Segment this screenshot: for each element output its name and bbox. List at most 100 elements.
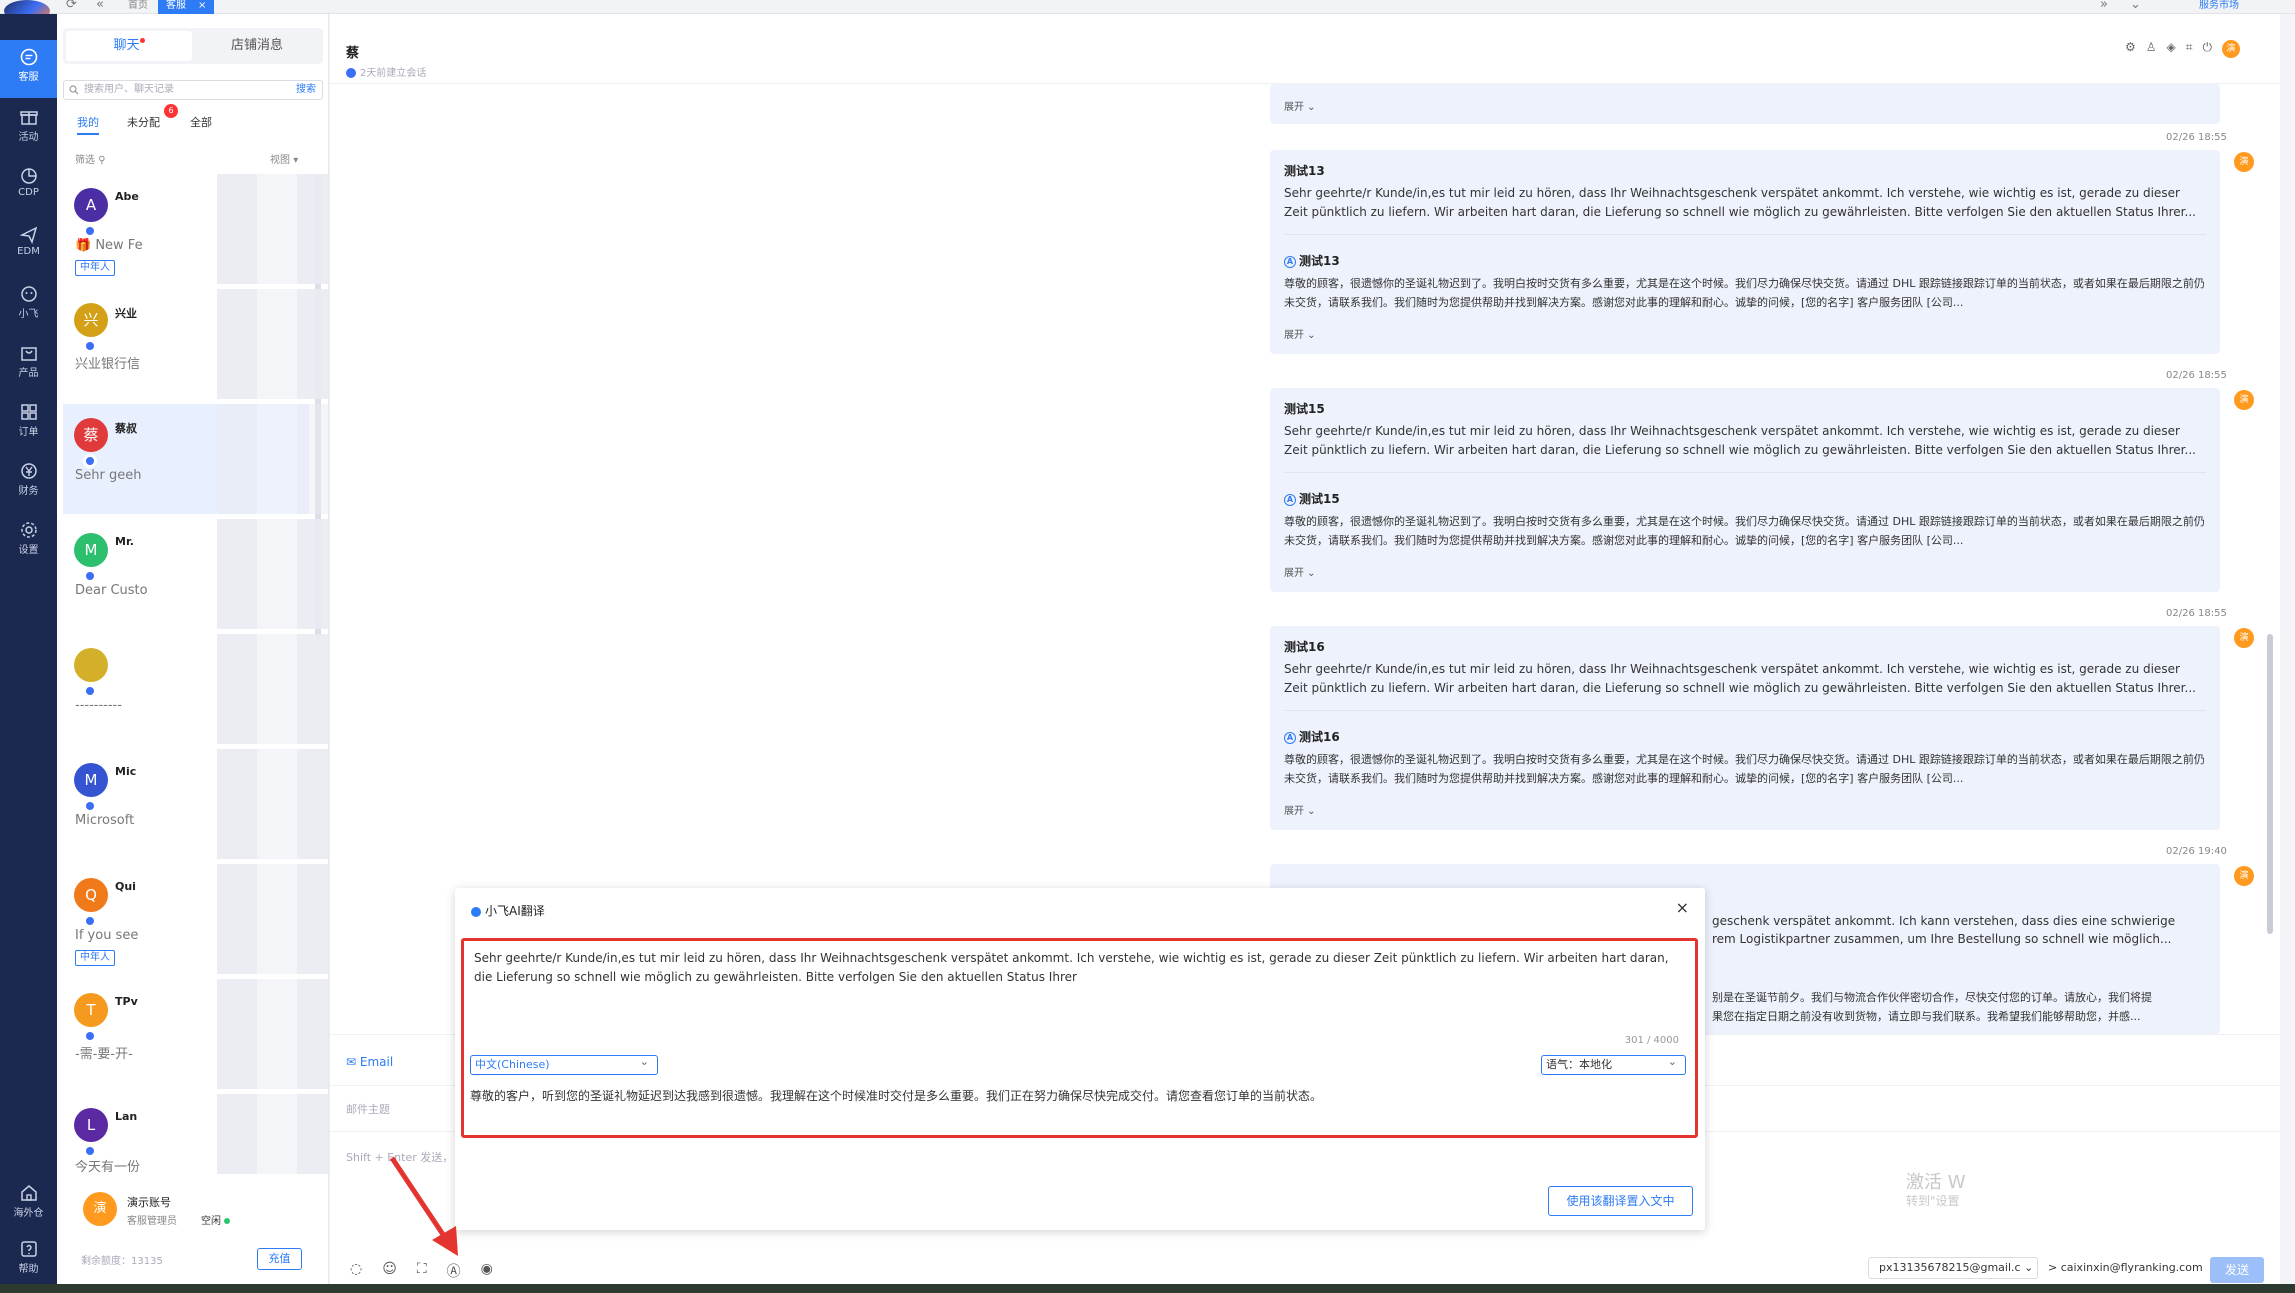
search-placeholder: 搜索用户、聊天记录	[84, 84, 174, 95]
agent-status[interactable]: 空闲	[201, 1212, 230, 1227]
message-timestamp: 02/26 18:55	[2166, 132, 2227, 143]
filter-all[interactable]: 全部	[190, 114, 212, 130]
agent-avatar: 演	[2234, 152, 2254, 172]
translate-icon: A	[1284, 731, 1296, 744]
emoji-icon[interactable]: ☺	[382, 1261, 397, 1281]
nav-label: 海外仓	[13, 1208, 44, 1219]
source-text-input[interactable]: Sehr geehrte/r Kunde/in,es tut mir leid …	[474, 949, 1684, 987]
apply-translation-button[interactable]: 使用该翻译置入文中	[1548, 1186, 1693, 1216]
close-icon[interactable]: ×	[1676, 898, 1689, 917]
nav-item-products[interactable]: 产品	[0, 336, 57, 394]
header-actions: ⚙ ♙ ◈ ⌗ ⏻ 演	[2125, 40, 2240, 58]
translation-title-text: 测试15	[1299, 492, 1340, 506]
email-subject-input[interactable]: 邮件主题	[346, 1101, 390, 1117]
avatar: T	[74, 993, 108, 1027]
nav-label: 小飞	[18, 309, 39, 320]
annotation-arrow-icon	[389, 1156, 458, 1256]
avatar: A	[74, 188, 108, 222]
redacted-area	[217, 404, 337, 514]
search-input[interactable]: 搜索用户、聊天记录 搜索	[63, 80, 323, 100]
recipient-email: > caixinxin@flyranking.com	[2048, 1261, 2203, 1274]
warehouse-icon	[20, 1185, 37, 1201]
double-chevron-right-icon[interactable]: »	[2100, 0, 2108, 12]
target-language-select[interactable]: 中文(Chinese)	[470, 1053, 658, 1075]
help-icon	[20, 1241, 37, 1257]
nav-item-settings[interactable]: 设置	[0, 513, 57, 571]
power-icon[interactable]: ⏻	[2203, 40, 2213, 58]
expand-link[interactable]: 展开 ⌄	[1284, 802, 1316, 817]
expand-label: 展开	[1284, 568, 1304, 579]
avatar: M	[74, 763, 108, 797]
nav-item-warehouse[interactable]: 海外仓	[0, 1176, 57, 1234]
chat-icon	[20, 48, 37, 66]
send-button[interactable]: 发送	[2210, 1257, 2264, 1283]
filter-mine[interactable]: 我的	[77, 114, 99, 135]
channel-icon	[83, 1029, 97, 1043]
customer-tag: 中年人	[75, 950, 115, 966]
nav-item-xiaofei[interactable]: 小飞	[0, 277, 57, 335]
message-preview: 今天有一份	[75, 1160, 141, 1175]
tab-home[interactable]: 首页	[120, 0, 156, 14]
message-preview: If you see	[75, 928, 139, 943]
scan-icon[interactable]: ⌗	[2186, 40, 2193, 58]
chevron-down-icon[interactable]: ⌄	[2130, 0, 2141, 12]
channel-icon	[83, 914, 97, 928]
remaining-quota: 剩余额度：13135	[81, 1256, 163, 1267]
nav-item-activity[interactable]: 活动	[0, 100, 57, 158]
nav-item-customer-service[interactable]: 客服	[0, 40, 57, 98]
agent-avatar[interactable]: 演	[2222, 40, 2240, 58]
translate-icon: A	[1284, 493, 1296, 506]
nav-label: 活动	[18, 132, 39, 143]
filter-unassigned[interactable]: 未分配	[127, 114, 160, 130]
redacted-area	[217, 519, 337, 629]
contact-name: Lan	[115, 1110, 138, 1123]
message-preview: Sehr geeh	[75, 468, 142, 483]
tab-chat[interactable]: 聊天	[66, 31, 192, 61]
channel-email-tab[interactable]: ✉ Email	[346, 1055, 393, 1069]
refresh-icon[interactable]: ⟳	[66, 0, 77, 12]
expand-link[interactable]: 展开 ⌄	[1284, 326, 1316, 341]
chat-scrollbar[interactable]	[2267, 634, 2273, 934]
tone-select[interactable]: 语气：本地化	[1541, 1053, 1686, 1075]
translation-text: 尊敬的顾客，很遗憾你的圣诞礼物迟到了。我明白按时交货有多么重要，尤其是在这个时候…	[1284, 277, 2205, 309]
tab-label: 聊天	[113, 38, 140, 53]
nav-item-edm[interactable]: EDM	[0, 218, 57, 276]
tab-customer-service[interactable]: 客服 ×	[158, 0, 215, 14]
ai-translate-icon[interactable]: Ⓐ	[447, 1261, 461, 1281]
tag-icon[interactable]: ◈	[2167, 40, 2176, 58]
agent-avatar: 演	[2234, 390, 2254, 410]
double-chevron-left-icon[interactable]: «	[96, 0, 104, 12]
channel-icon	[83, 339, 97, 353]
translate-toggle-icon[interactable]: ⚙	[2125, 40, 2136, 58]
gear-icon	[20, 522, 37, 538]
message-title: 测试15	[1284, 402, 1325, 416]
quick-reply-icon[interactable]: ◌	[350, 1261, 362, 1281]
expand-link[interactable]: 展开 ⌄	[1284, 98, 1316, 113]
expand-link[interactable]: 展开 ⌄	[1284, 564, 1316, 579]
service-market-link[interactable]: 服务市场	[2199, 0, 2239, 12]
redacted-area	[217, 174, 337, 284]
ai-assistant-icon[interactable]: ◉	[481, 1261, 493, 1281]
translation-output: 尊敬的客户，听到您的圣诞礼物延迟到达我感到很遗憾。我理解在这个时候准时交付是多么…	[470, 1089, 1323, 1103]
recharge-button[interactable]: 充值	[257, 1248, 302, 1270]
character-count: 301 / 4000	[1624, 1035, 1679, 1046]
nav-item-cdp[interactable]: CDP	[0, 159, 57, 217]
search-button[interactable]: 搜索	[296, 81, 316, 99]
pie-chart-icon	[20, 168, 37, 184]
filter-dropdown[interactable]: 筛选 ⚲	[75, 151, 106, 166]
close-icon[interactable]: ×	[198, 0, 206, 11]
nav-item-orders[interactable]: 订单	[0, 395, 57, 453]
user-icon[interactable]: ♙	[2146, 40, 2157, 58]
nav-item-finance[interactable]: 财务	[0, 454, 57, 512]
filter-icon: ⚲	[98, 155, 106, 166]
view-dropdown[interactable]: 视图 ▾	[270, 151, 298, 166]
sender-email-select[interactable]: px13135678215@gmail.c ⌄	[1868, 1257, 2038, 1279]
message-timestamp: 02/26 19:40	[2166, 846, 2227, 857]
tab-store-messages[interactable]: 店铺消息	[194, 31, 320, 61]
message-timestamp: 02/26 18:55	[2166, 608, 2227, 619]
redacted-area	[217, 1094, 337, 1174]
agent-avatar: 演	[2234, 866, 2254, 886]
fullscreen-icon[interactable]: ⛶	[417, 1261, 427, 1281]
nav-item-help[interactable]: 帮助	[0, 1232, 57, 1290]
agent-status-card[interactable]: 演 演示账号 客服管理员 空闲	[63, 1180, 323, 1240]
